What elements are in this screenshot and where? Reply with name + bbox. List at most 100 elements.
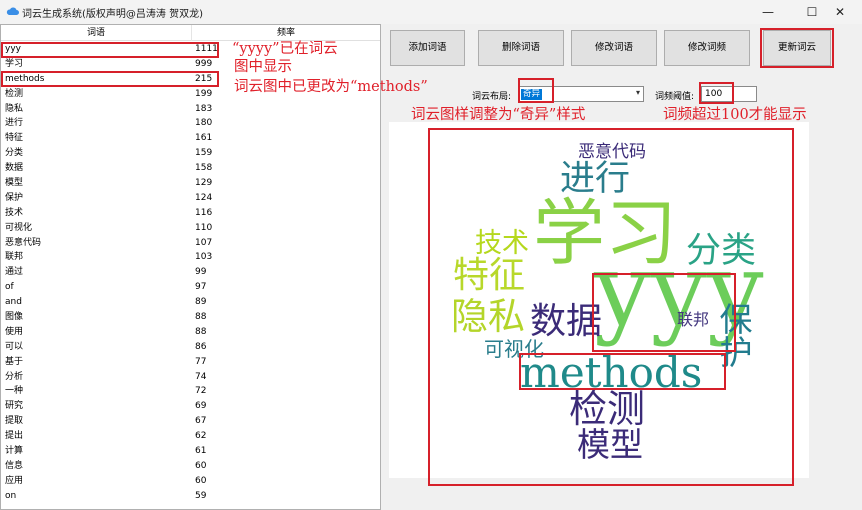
minimize-button[interactable]: — — [746, 0, 790, 24]
list-item-word: 分类 — [5, 148, 24, 159]
title-bar: 词云生成系统(版权声明@吕涛涛 贺双龙) — ☐ ✕ — [0, 0, 862, 24]
highlight-box-yyy — [1, 42, 219, 58]
list-item-freq: 62 — [195, 431, 207, 442]
list-item-word: 特征 — [5, 133, 24, 144]
list-item[interactable]: 分析 74 — [1, 370, 380, 385]
delete-word-button[interactable]: 删除词语 — [478, 30, 564, 66]
list-item-freq: 159 — [195, 148, 213, 159]
list-item-freq: 180 — [195, 118, 213, 129]
cloud-icon — [6, 7, 19, 15]
list-item-freq: 183 — [195, 103, 213, 114]
list-item[interactable]: 计算 61 — [1, 444, 380, 459]
list-item[interactable]: 技术 116 — [1, 206, 380, 221]
list-item[interactable]: 基于 77 — [1, 355, 380, 370]
list-item-freq: 103 — [195, 252, 213, 263]
close-button[interactable]: ✕ — [818, 0, 862, 24]
list-item-word: 恶意代码 — [5, 237, 42, 248]
list-item[interactable]: 提取 67 — [1, 414, 380, 429]
highlight-box-layout — [518, 78, 554, 103]
list-item-word: of — [5, 282, 14, 293]
column-header-word[interactable]: 词语 — [1, 25, 192, 41]
chevron-down-icon[interactable]: ▾ — [636, 88, 640, 97]
list-item-word: on — [5, 490, 17, 501]
list-item-word: 模型 — [5, 178, 24, 189]
window-title: 词云生成系统(版权声明@吕涛涛 贺双龙) — [22, 9, 203, 20]
list-item[interactable]: 提出 62 — [1, 429, 380, 444]
list-item[interactable]: 恶意代码 107 — [1, 236, 380, 251]
list-item-word: 数据 — [5, 163, 24, 174]
list-item-freq: 129 — [195, 178, 213, 189]
list-item[interactable]: 研究 69 — [1, 399, 380, 414]
list-item-word: 隐私 — [5, 103, 24, 114]
list-item-word: 提出 — [5, 431, 24, 442]
list-item[interactable]: 特征 161 — [1, 131, 380, 146]
list-item-word: 应用 — [5, 475, 24, 486]
list-item-word: 技术 — [5, 207, 24, 218]
list-item-word: 学习 — [5, 58, 24, 69]
list-item[interactable]: 应用 60 — [1, 474, 380, 489]
list-item-word: 联邦 — [5, 252, 24, 263]
list-item-freq: 97 — [195, 282, 207, 293]
list-item-word: 研究 — [5, 401, 24, 412]
list-item[interactable]: 信息 60 — [1, 459, 380, 474]
list-item-word: 基于 — [5, 356, 24, 367]
highlight-box-cloud-methods — [519, 353, 726, 390]
list-item-freq: 60 — [195, 460, 207, 471]
list-item-word: 计算 — [5, 446, 24, 457]
list-item-freq: 89 — [195, 297, 207, 308]
highlight-box-threshold — [699, 82, 734, 104]
word-list[interactable]: 词语 频率 yyy 1111 学习 999 methods 215 检测 199 隐私 183 进行… — [0, 24, 381, 510]
list-item-word: 图像 — [5, 312, 24, 323]
list-item-freq: 86 — [195, 341, 207, 352]
list-item-word: 可以 — [5, 341, 24, 352]
list-item[interactable]: and 89 — [1, 295, 380, 310]
list-item[interactable]: 保护 124 — [1, 191, 380, 206]
list-item-word: 通过 — [5, 267, 24, 278]
list-item[interactable]: 模型 129 — [1, 176, 380, 191]
edit-freq-button[interactable]: 修改词频 — [664, 30, 750, 66]
list-item[interactable]: 使用 88 — [1, 325, 380, 340]
list-rows: yyy 1111 学习 999 methods 215 检测 199 隐私 183 进行 180 特征 1… — [1, 42, 380, 504]
list-item[interactable]: 一种 72 — [1, 384, 380, 399]
list-item-freq: 107 — [195, 237, 213, 248]
list-item[interactable]: 数据 158 — [1, 161, 380, 176]
list-item-freq: 116 — [195, 207, 213, 218]
list-item-word: 检测 — [5, 88, 24, 99]
list-item-word: 使用 — [5, 326, 24, 337]
list-item-freq: 999 — [195, 58, 213, 69]
list-item[interactable]: of 97 — [1, 280, 380, 295]
list-item[interactable]: 图像 88 — [1, 310, 380, 325]
threshold-label: 词频阈值: — [655, 92, 695, 102]
list-item-word: and — [5, 297, 22, 308]
list-item[interactable]: 联邦 103 — [1, 250, 380, 265]
list-item[interactable]: 分类 159 — [1, 146, 380, 161]
list-item[interactable]: 进行 180 — [1, 116, 380, 131]
list-item-freq: 74 — [195, 371, 207, 382]
edit-word-button[interactable]: 修改词语 — [571, 30, 657, 66]
list-item-freq: 158 — [195, 163, 213, 174]
list-item-freq: 72 — [195, 386, 207, 397]
layout-label: 词云布局: — [472, 92, 512, 102]
list-item[interactable]: on 59 — [1, 489, 380, 504]
list-item[interactable]: 学习 999 — [1, 57, 380, 72]
list-item-freq: 67 — [195, 416, 207, 427]
column-header-freq[interactable]: 频率 — [192, 25, 380, 41]
list-item-freq: 110 — [195, 222, 213, 233]
list-item-word: 提取 — [5, 416, 24, 427]
list-item-freq: 124 — [195, 192, 213, 203]
list-item-freq: 61 — [195, 446, 207, 457]
list-item-word: 进行 — [5, 118, 24, 129]
list-item-freq: 99 — [195, 267, 207, 278]
list-item[interactable]: 可视化 110 — [1, 221, 380, 236]
list-item-word: 保护 — [5, 192, 24, 203]
highlight-box-update — [760, 28, 834, 68]
list-header: 词语 频率 — [1, 25, 380, 41]
list-item-word: 一种 — [5, 386, 24, 397]
list-item[interactable]: 可以 86 — [1, 340, 380, 355]
list-item[interactable]: 通过 99 — [1, 265, 380, 280]
list-item-freq: 88 — [195, 326, 207, 337]
annotation-yyyy-shown: “yyyy”已在词云 — [232, 41, 338, 57]
list-item[interactable]: 隐私 183 — [1, 102, 380, 117]
annotation-methods-changed: 词云图中已更改为“methods” — [234, 79, 428, 95]
add-word-button[interactable]: 添加词语 — [390, 30, 465, 66]
